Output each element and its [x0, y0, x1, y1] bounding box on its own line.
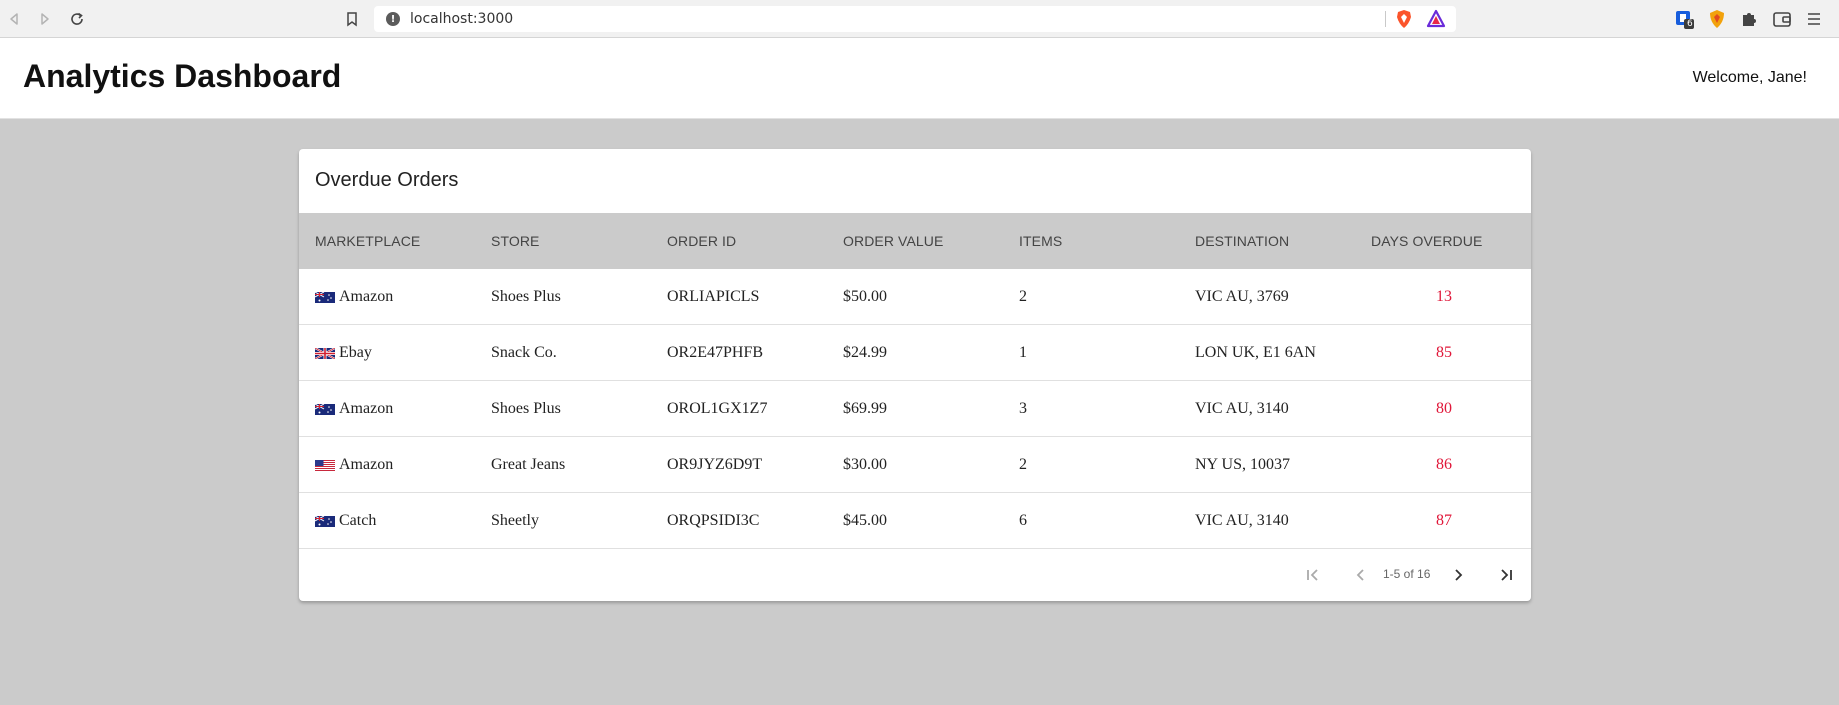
column-header-items[interactable]: ITEMS [1019, 213, 1062, 269]
destination-cell: VIC AU, 3140 [1195, 512, 1289, 529]
uk-flag-icon [315, 347, 335, 359]
wallet-icon[interactable] [1771, 8, 1793, 30]
pagination-range: 1-5 of 16 [1383, 567, 1431, 581]
overdue-orders-card: Overdue Orders MARKETPLACE STORE ORDER I… [299, 149, 1531, 601]
marketplace-name: Ebay [339, 344, 372, 361]
marketplace-name: Catch [339, 512, 377, 529]
destination-cell: LON UK, E1 6AN [1195, 344, 1316, 361]
items-cell: 1 [1019, 344, 1027, 361]
store-cell: Sheetly [491, 512, 539, 529]
extensions-puzzle-icon[interactable] [1738, 8, 1760, 30]
column-header-store[interactable]: STORE [491, 213, 539, 269]
items-cell: 2 [1019, 456, 1027, 473]
marketplace-cell: Catch [315, 493, 376, 549]
days-overdue-cell: 87 [1436, 512, 1452, 529]
page-title: Analytics Dashboard [23, 58, 342, 94]
destination-cell: VIC AU, 3769 [1195, 288, 1289, 305]
card-title: Overdue Orders [315, 169, 459, 191]
reload-icon[interactable] [66, 8, 88, 30]
items-cell: 6 [1019, 512, 1027, 529]
last-page-icon[interactable] [1492, 561, 1520, 589]
store-cell: Snack Co. [491, 344, 557, 361]
destination-cell: VIC AU, 3140 [1195, 400, 1289, 417]
column-header-marketplace[interactable]: MARKETPLACE [315, 213, 420, 269]
items-cell: 3 [1019, 400, 1027, 417]
order-id-cell: OR9JYZ6D9T [667, 456, 763, 473]
brave-shields-icon[interactable] [1394, 9, 1414, 29]
table-row[interactable]: Amazon Great Jeans OR9JYZ6D9T $30.00 2 N… [299, 437, 1531, 493]
column-header-order-id[interactable]: ORDER ID [667, 213, 736, 269]
back-icon[interactable] [3, 8, 25, 30]
site-info-icon[interactable]: ! [386, 12, 400, 26]
welcome-message: Welcome, Jane! [1692, 69, 1807, 86]
order-value-cell: $30.00 [843, 456, 887, 473]
url-text[interactable]: localhost:3000 [410, 11, 513, 27]
days-overdue-cell: 13 [1436, 288, 1452, 305]
store-cell: Shoes Plus [491, 288, 561, 305]
table-row[interactable]: Amazon Shoes Plus ORLIAPICLS $50.00 2 VI… [299, 269, 1531, 325]
marketplace-name: Amazon [339, 288, 394, 305]
store-cell: Shoes Plus [491, 400, 561, 417]
order-id-cell: ORQPSIDI3C [667, 512, 760, 529]
order-id-cell: ORLIAPICLS [667, 288, 760, 305]
first-page-icon[interactable] [1299, 561, 1327, 589]
address-bar-divider [1385, 11, 1386, 27]
table-row[interactable]: Ebay Snack Co. OR2E47PHFB $24.99 1 LON U… [299, 325, 1531, 381]
days-overdue-cell: 80 [1436, 400, 1452, 417]
items-cell: 2 [1019, 288, 1027, 305]
app-header: Analytics Dashboard Welcome, Jane! [0, 38, 1839, 119]
browser-toolbar: ! localhost:3000 6 [0, 0, 1839, 38]
marketplace-cell: Ebay [315, 325, 372, 381]
marketplace-name: Amazon [339, 456, 394, 473]
store-cell: Great Jeans [491, 456, 566, 473]
au-flag-icon [315, 515, 335, 527]
marketplace-cell: Amazon [315, 269, 393, 325]
order-value-cell: $45.00 [843, 512, 887, 529]
order-value-cell: $50.00 [843, 288, 887, 305]
order-id-cell: OROL1GX1Z7 [667, 400, 768, 417]
days-overdue-cell: 85 [1436, 344, 1452, 361]
destination-cell: NY US, 10037 [1195, 456, 1290, 473]
table-row[interactable]: Amazon Shoes Plus OROL1GX1Z7 $69.99 3 VI… [299, 381, 1531, 437]
column-header-days-overdue[interactable]: DAYS OVERDUE [1371, 213, 1482, 269]
table-header: MARKETPLACE STORE ORDER ID ORDER VALUE I… [299, 213, 1531, 269]
previous-page-icon[interactable] [1347, 561, 1375, 589]
brave-rewards-icon[interactable] [1426, 9, 1446, 29]
marketplace-cell: Amazon [315, 381, 393, 437]
days-overdue-cell: 86 [1436, 456, 1452, 473]
address-bar[interactable]: ! localhost:3000 [374, 6, 1456, 32]
shield-extension-icon[interactable] [1706, 8, 1728, 30]
password-manager-extension-icon[interactable]: 6 [1674, 8, 1696, 30]
menu-icon[interactable] [1803, 8, 1825, 30]
next-page-icon[interactable] [1444, 561, 1472, 589]
table-row[interactable]: Catch Sheetly ORQPSIDI3C $45.00 6 VIC AU… [299, 493, 1531, 549]
marketplace-name: Amazon [339, 400, 394, 417]
au-flag-icon [315, 403, 335, 415]
us-flag-icon [315, 459, 335, 471]
marketplace-cell: Amazon [315, 437, 393, 493]
column-header-order-value[interactable]: ORDER VALUE [843, 213, 943, 269]
au-flag-icon [315, 291, 335, 303]
extension-badge: 6 [1687, 19, 1693, 29]
order-value-cell: $24.99 [843, 344, 887, 361]
forward-icon[interactable] [34, 8, 56, 30]
bookmark-icon[interactable] [341, 8, 363, 30]
order-value-cell: $69.99 [843, 400, 887, 417]
column-header-destination[interactable]: DESTINATION [1195, 213, 1289, 269]
table-pagination: 1-5 of 16 [299, 549, 1531, 601]
order-id-cell: OR2E47PHFB [667, 344, 764, 361]
